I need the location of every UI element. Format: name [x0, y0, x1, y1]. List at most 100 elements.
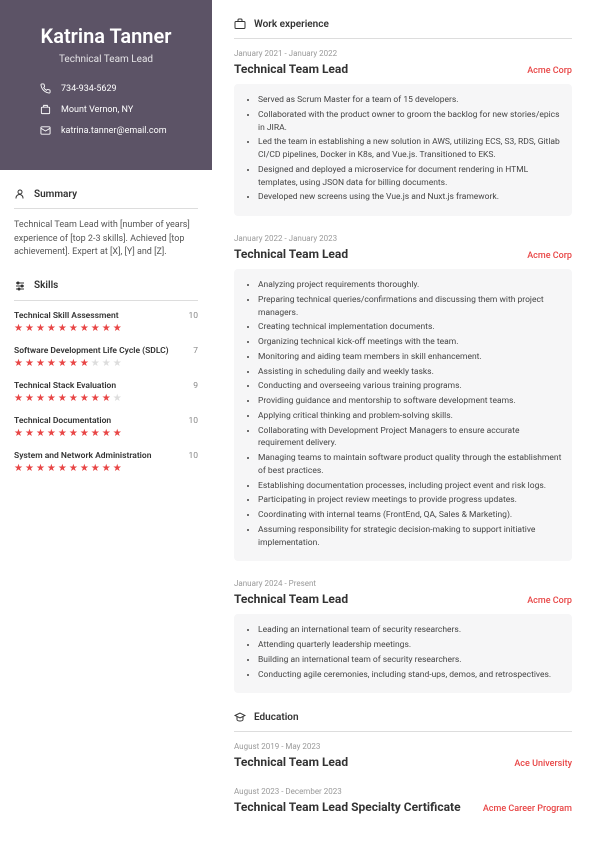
job-bullets: Leading an international team of securit… — [234, 614, 572, 693]
star-icon: ★ — [80, 324, 89, 334]
star-icon: ★ — [58, 464, 67, 474]
job-title: Technical Team Lead — [234, 592, 348, 606]
star-row: ★★★★★★★★★★ — [14, 359, 198, 369]
job-dates: January 2024 - Present — [234, 579, 572, 588]
star-icon: ★ — [80, 464, 89, 474]
star-icon: ★ — [47, 429, 56, 439]
job-title: Technical Team Lead — [234, 247, 348, 261]
bullet: Assisting in scheduling daily and weekly… — [258, 366, 562, 379]
job-item: January 2021 - January 2022 Technical Tea… — [234, 49, 572, 216]
skill-item: System and Network Administration10★★★★★… — [14, 451, 198, 474]
star-icon: ★ — [25, 394, 34, 404]
star-icon: ★ — [102, 394, 111, 404]
summary-text: Technical Team Lead with [number of year… — [14, 219, 198, 260]
bullet: Led the team in establishing a new solut… — [258, 136, 562, 162]
edu-org: Ace University — [514, 759, 572, 769]
bullet: Providing guidance and mentorship to sof… — [258, 395, 562, 408]
resume-page: Katrina Tanner Technical Team Lead 734-9… — [0, 0, 594, 850]
job-dates: January 2021 - January 2022 — [234, 49, 572, 58]
phone-icon — [40, 83, 51, 94]
star-icon: ★ — [113, 464, 122, 474]
star-icon: ★ — [80, 359, 89, 369]
star-icon: ★ — [102, 464, 111, 474]
job-item: January 2022 - January 2023Technical Tea… — [234, 234, 572, 561]
bullet: Participating in project review meetings… — [258, 494, 562, 507]
star-icon: ★ — [58, 324, 67, 334]
star-icon: ★ — [36, 324, 45, 334]
job-company: Acme Corp — [527, 596, 572, 606]
education-list: August 2019 - May 2023 Technical Team Lea… — [234, 742, 572, 814]
star-icon: ★ — [113, 359, 122, 369]
bullet: Building an international team of securi… — [258, 654, 562, 667]
star-row: ★★★★★★★★★★ — [14, 429, 198, 439]
edu-title: Technical Team Lead Specialty Certificat… — [234, 800, 461, 814]
bullet: Preparing technical queries/confirmation… — [258, 294, 562, 320]
skill-score: 10 — [188, 311, 198, 321]
edu-org: Acme Career Program — [483, 804, 572, 814]
education-item: August 2019 - May 2023 Technical Team Lea… — [234, 742, 572, 769]
sidebar: Katrina Tanner Technical Team Lead 734-9… — [0, 0, 212, 850]
skill-score: 7 — [193, 346, 198, 356]
bullet: Monitoring and aiding team members in sk… — [258, 351, 562, 364]
star-icon: ★ — [80, 429, 89, 439]
bullet: Conducting agile ceremonies, including s… — [258, 669, 562, 682]
email-item: katrina.tanner@email.com — [40, 125, 194, 136]
skill-item: Software Development Life Cycle (SDLC)7★… — [14, 346, 198, 369]
job-bullets: Analyzing project requirements thoroughl… — [234, 269, 572, 561]
star-icon: ★ — [47, 464, 56, 474]
skill-item: Technical Stack Evaluation 9 ★★★★★★★★★★ — [14, 381, 198, 404]
star-icon: ★ — [58, 429, 67, 439]
star-row: ★★★★★★★★★★ — [14, 394, 198, 404]
job-bullets: Served as Scrum Master for a team of 15 … — [234, 84, 572, 216]
briefcase-icon — [234, 18, 246, 30]
job-company: Acme Corp — [527, 66, 572, 76]
skill-name: Technical Documentation — [14, 416, 111, 426]
job-item: January 2024 - Present Technical Team Lea… — [234, 579, 572, 693]
star-icon: ★ — [80, 394, 89, 404]
star-icon: ★ — [102, 324, 111, 334]
star-icon: ★ — [25, 324, 34, 334]
job-company: Acme Corp — [527, 251, 572, 261]
skills-head: Skills — [14, 280, 198, 301]
star-row: ★★★★★★★★★★ — [14, 464, 198, 474]
bullet: Organizing technical kick-off meetings w… — [258, 336, 562, 349]
star-icon: ★ — [91, 394, 100, 404]
location-item: Mount Vernon, NY — [40, 104, 194, 115]
skill-name: Technical Stack Evaluation — [14, 381, 116, 391]
education-icon — [234, 711, 246, 723]
bullet: Analyzing project requirements thoroughl… — [258, 279, 562, 292]
skill-score: 10 — [188, 416, 198, 426]
bullet: Served as Scrum Master for a team of 15 … — [258, 94, 562, 107]
star-icon: ★ — [91, 324, 100, 334]
star-icon: ★ — [69, 359, 78, 369]
edu-dates: August 2019 - May 2023 — [234, 742, 572, 751]
star-icon: ★ — [58, 394, 67, 404]
bullet: Coordinating with internal teams (FrontE… — [258, 509, 562, 522]
star-icon: ★ — [69, 324, 78, 334]
star-icon: ★ — [113, 394, 122, 404]
location-text: Mount Vernon, NY — [61, 105, 133, 115]
bullet: Designed and deployed a microservice for… — [258, 164, 562, 190]
star-icon: ★ — [25, 429, 34, 439]
star-icon: ★ — [113, 324, 122, 334]
education-head: Education — [234, 711, 572, 732]
star-icon: ★ — [69, 429, 78, 439]
star-icon: ★ — [91, 359, 100, 369]
star-icon: ★ — [69, 464, 78, 474]
bullet: Developed new screens using the Vue.js a… — [258, 191, 562, 204]
star-icon: ★ — [14, 394, 23, 404]
skill-name: System and Network Administration — [14, 451, 151, 461]
star-icon: ★ — [36, 394, 45, 404]
skill-score: 9 — [193, 381, 198, 391]
summary-title: Summary — [34, 189, 77, 200]
work-title: Work experience — [254, 19, 329, 30]
star-icon: ★ — [102, 359, 111, 369]
job-title: Technical Team Lead — [18, 54, 194, 65]
star-icon: ★ — [47, 394, 56, 404]
edu-dates: August 2023 - December 2023 — [234, 787, 572, 796]
email-icon — [40, 125, 51, 136]
bullet: Attending quarterly leadership meetings. — [258, 639, 562, 652]
job-title: Technical Team Lead — [234, 62, 348, 76]
star-icon: ★ — [47, 359, 56, 369]
edu-title: Technical Team Lead — [234, 755, 348, 769]
